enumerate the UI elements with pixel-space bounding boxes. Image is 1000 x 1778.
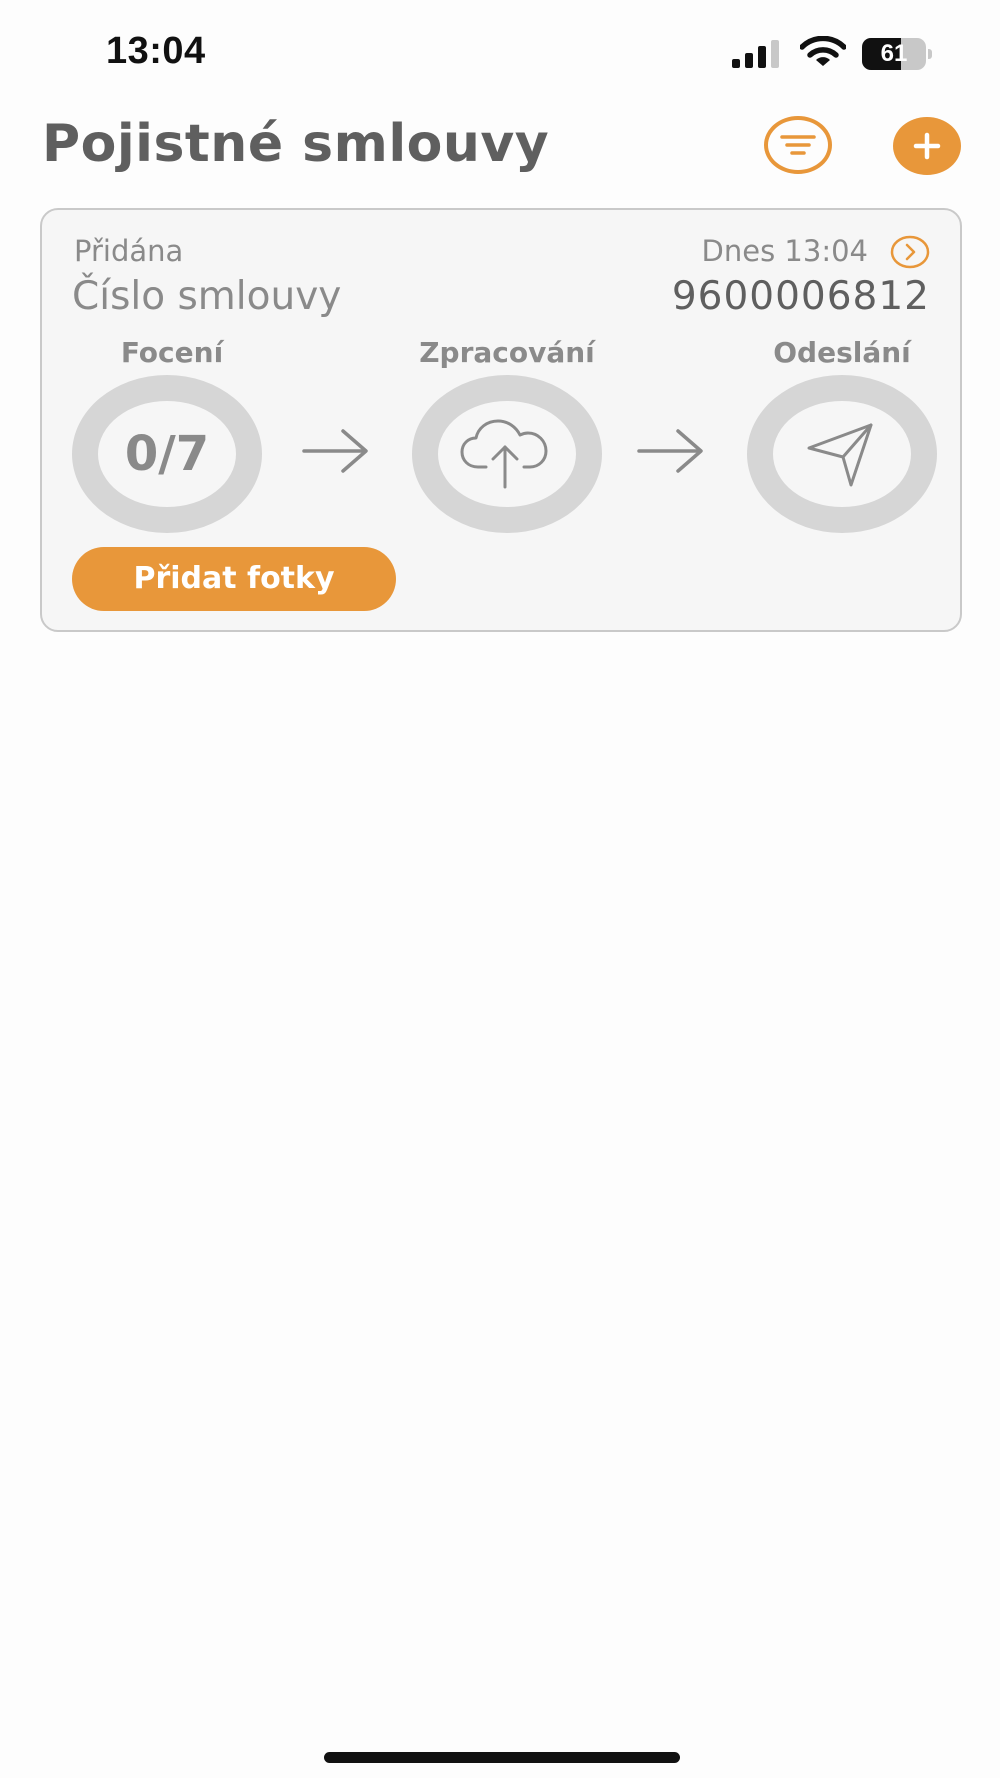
send-icon [807,423,873,487]
contract-number-label: Číslo smlouvy [72,274,342,319]
arrow-right-icon [637,429,703,473]
home-indicator[interactable] [324,1752,680,1763]
step-send-ring [747,375,937,533]
step-processing-label: Zpracování [419,336,595,369]
status-bar: 13:04 61 [0,0,1000,100]
step-photo-label: Focení [120,336,224,369]
step-photo-count: 0/7 [124,426,210,482]
filter-button[interactable] [764,116,832,174]
contract-number-value: 9600006812 [671,274,930,319]
arrow-right-icon [302,429,368,473]
chevron-right-circle-icon[interactable] [890,235,930,269]
filter-icon [780,135,816,155]
wifi-icon [800,36,846,66]
added-date: Dnes 13:04 [701,234,868,268]
cloud-upload-icon [460,419,548,489]
add-button[interactable] [893,117,961,175]
add-photos-button[interactable]: Přidat fotky [72,547,396,611]
contract-card[interactable]: Přidána Dnes 13:04 Číslo smlouvy 9600006… [40,208,962,632]
added-label: Přidána [74,234,184,268]
status-time: 13:04 [106,30,206,72]
cellular-signal-icon [732,40,779,68]
step-processing-ring [412,375,602,533]
plus-icon [913,132,941,160]
page-title: Pojistné smlouvy [42,114,550,174]
battery-icon: 61 [862,38,934,72]
step-photo-ring: 0/7 [72,375,262,533]
battery-level: 61 [880,40,908,67]
step-send-label: Odeslání [773,336,911,369]
